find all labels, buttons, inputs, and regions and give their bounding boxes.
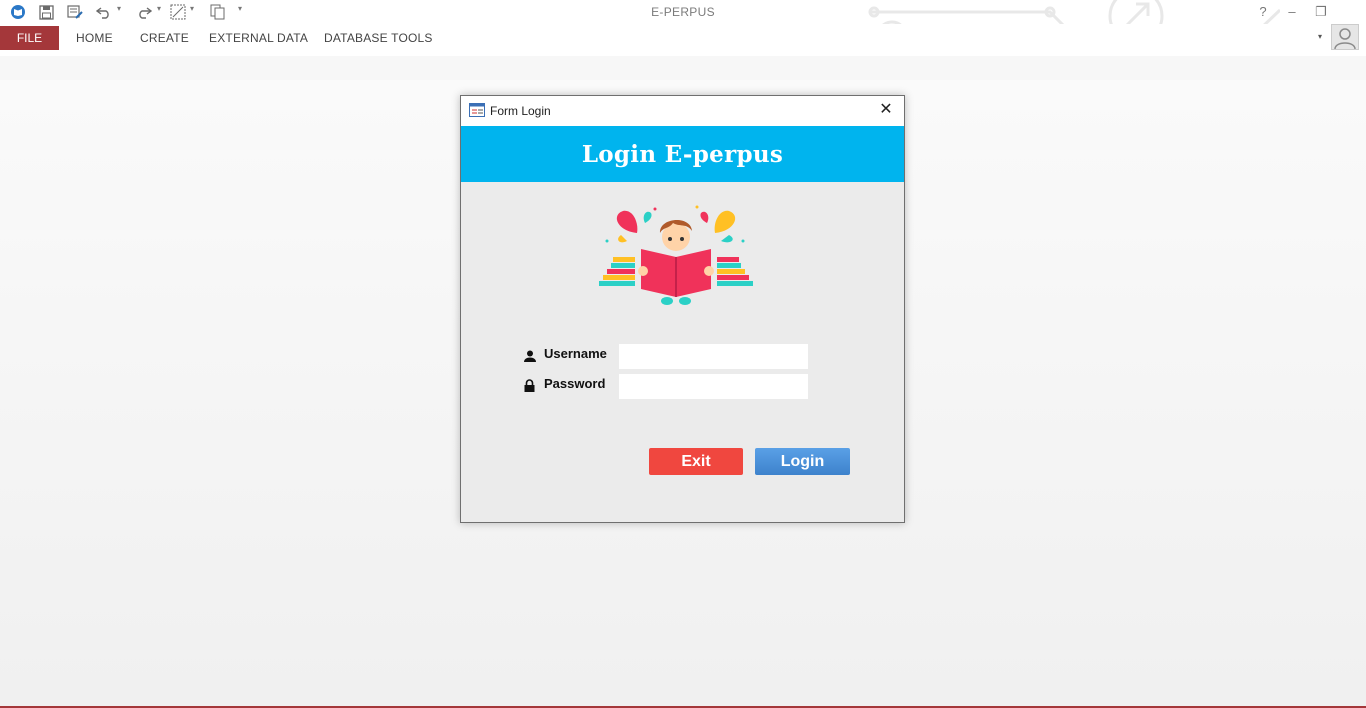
exit-button[interactable]: Exit: [649, 448, 743, 475]
lock-icon: [524, 379, 535, 397]
window-title-bar: ▾ ▾ ▾ ▾ E-PERPUS ? – ❐: [0, 0, 1366, 52]
tab-external-data[interactable]: EXTERNAL DATA: [209, 31, 308, 45]
dialog-title-bar[interactable]: Form Login ✕: [461, 96, 904, 126]
tab-database-tools[interactable]: DATABASE TOOLS: [324, 31, 433, 45]
account-dropdown-icon[interactable]: ▾: [1318, 32, 1322, 41]
ribbon-tab-bar: FILE HOME CREATE EXTERNAL DATA DATABASE …: [0, 24, 1366, 56]
login-button[interactable]: Login: [755, 448, 850, 475]
username-label: Username: [544, 346, 607, 361]
login-dialog: Form Login ✕ Login E-perpus Username Pas…: [460, 95, 905, 523]
dialog-title: Form Login: [490, 104, 551, 118]
tab-home[interactable]: HOME: [76, 31, 113, 45]
minimize-button[interactable]: –: [1281, 2, 1303, 22]
help-button[interactable]: ?: [1252, 2, 1274, 22]
username-field[interactable]: [619, 344, 808, 369]
form-icon: [469, 103, 485, 122]
form-header: Login E-perpus: [461, 126, 904, 182]
user-icon: [524, 349, 536, 367]
collapsed-ribbon-area: [0, 56, 1366, 80]
reading-kid-illustration: [599, 205, 753, 305]
password-field[interactable]: [619, 374, 808, 399]
form-heading: Login E-perpus: [581, 140, 784, 168]
tab-create[interactable]: CREATE: [140, 31, 189, 45]
close-button[interactable]: ✕: [876, 100, 896, 120]
restore-button[interactable]: ❐: [1310, 2, 1332, 22]
tab-file[interactable]: FILE: [0, 26, 59, 50]
user-avatar-icon[interactable]: [1331, 24, 1359, 50]
password-label: Password: [544, 376, 606, 391]
